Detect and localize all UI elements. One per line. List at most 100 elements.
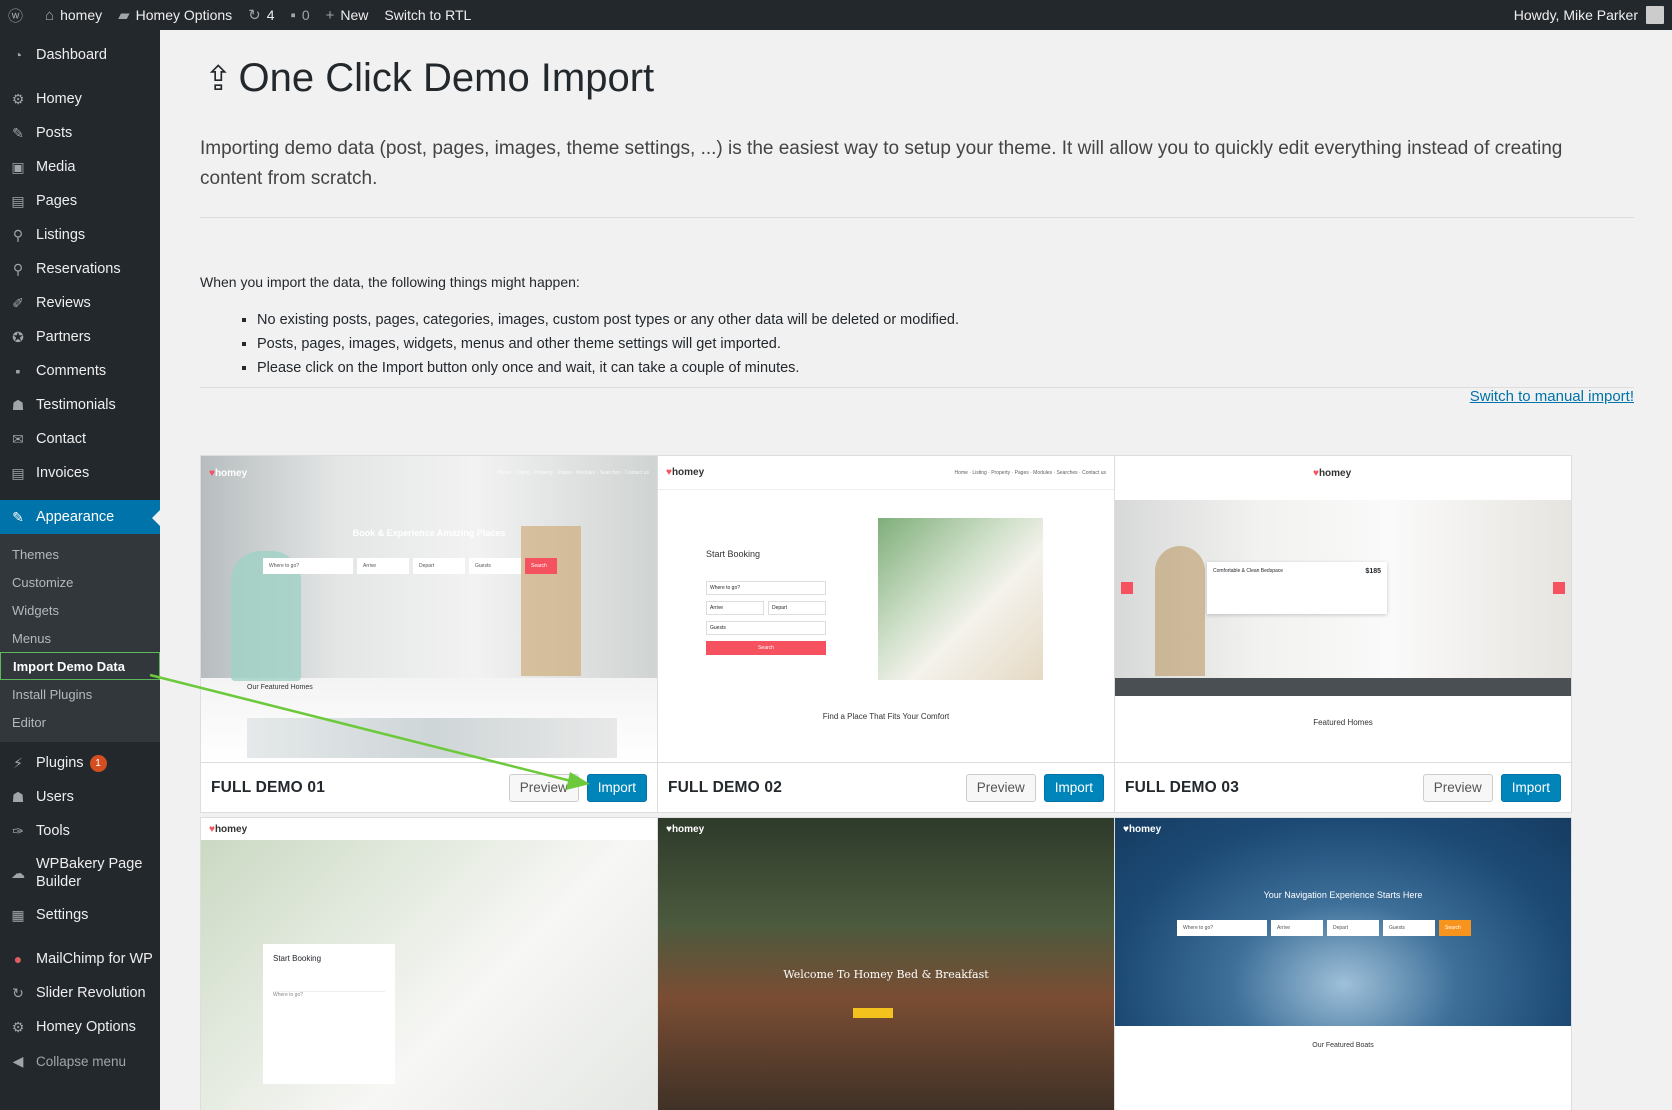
import-button[interactable]: Import: [1043, 773, 1104, 802]
upload-icon: ⇪: [204, 59, 233, 98]
import-button[interactable]: Import: [586, 773, 647, 802]
mock-logo-text: homey: [214, 467, 248, 479]
mock-logo: ♥homey: [666, 823, 705, 835]
sidebar-item-pages[interactable]: ▤ Pages: [0, 184, 160, 218]
sidebar-item-mailchimp[interactable]: ● MailChimp for WP: [0, 942, 160, 976]
demo-preview-image: ♥homey Home · Listing · Property · Pages …: [201, 456, 657, 762]
submenu-widgets[interactable]: Widgets: [0, 596, 160, 624]
mock-logo: ♥homey: [1313, 467, 1352, 479]
sidebar-item-label: Listings: [36, 227, 86, 243]
avatar: [1646, 6, 1664, 24]
sidebar-item-reviews[interactable]: ✐ Reviews: [0, 286, 160, 320]
page-icon: ▤: [11, 192, 25, 209]
preview-button[interactable]: Preview: [508, 773, 579, 802]
preview-button[interactable]: Preview: [1422, 773, 1493, 802]
wrench-icon: ✑: [12, 822, 24, 839]
sidebar-item-posts[interactable]: ✎ Posts: [0, 116, 160, 150]
submenu-import-demo-data[interactable]: Import Demo Data: [0, 652, 160, 680]
collapse-icon: ◀: [12, 1052, 24, 1069]
switch-manual-import-link[interactable]: Switch to manual import!: [1470, 388, 1634, 405]
mock-listing-popup: Comfortable & Clean Bedspace $185: [1207, 562, 1387, 614]
demo-card-footer: FULL DEMO 03 Preview Import: [1115, 762, 1571, 812]
homey-options-link[interactable]: ▰ Homey Options: [110, 0, 240, 30]
mock-nav: ♥homey: [1115, 818, 1571, 840]
appearance-submenu: Themes Customize Widgets Menus Import De…: [0, 534, 160, 742]
mock-search-depart: Depart: [768, 601, 826, 615]
mock-hero-text: Start Booking: [273, 954, 322, 963]
sidebar-item-label: Reservations: [36, 261, 121, 277]
mock-logo-text: homey: [214, 823, 248, 835]
preview-button[interactable]: Preview: [965, 773, 1036, 802]
submenu-menus[interactable]: Menus: [0, 624, 160, 652]
sidebar-item-listings[interactable]: ⚲ Listings: [0, 218, 160, 252]
sidebar-item-users[interactable]: ☗ Users: [0, 780, 160, 814]
list-item: Please click on the Import button only o…: [257, 356, 959, 380]
sidebar-item-plugins[interactable]: ⚡ Plugins 1: [0, 746, 160, 780]
mock-hero-text: Your Navigation Experience Starts Here: [1263, 890, 1423, 900]
mock-booking-box: Start Booking Where to go?: [263, 944, 395, 1084]
mock-search-where: Where to go?: [273, 991, 385, 1071]
sidebar-item-media[interactable]: ▣ Media: [0, 150, 160, 184]
mock-slider-prev: [1121, 582, 1133, 594]
wordpress-icon: ⓦ: [8, 7, 24, 25]
sidebar-item-slider-revolution[interactable]: ↻ Slider Revolution: [0, 976, 160, 1010]
import-button[interactable]: Import: [1500, 773, 1561, 802]
sidebar-item-label: Comments: [36, 363, 107, 379]
sidebar-item-label: Testimonials: [36, 397, 116, 413]
my-account-link[interactable]: Howdy, Mike Parker: [1514, 6, 1672, 24]
sidebar-item-dashboard[interactable]: ◔ Dashboard: [0, 38, 160, 72]
sidebar-item-wpbakery[interactable]: ☁ WPBakery Page Builder: [0, 848, 160, 898]
mock-search-arrive: Arrive: [1271, 920, 1323, 936]
mock-price: $185: [1365, 568, 1381, 575]
site-name-link[interactable]: ⌂ homey: [37, 0, 110, 30]
sidebar-item-tools[interactable]: ✑ Tools: [0, 814, 160, 848]
switch-rtl-link[interactable]: Switch to RTL: [376, 0, 479, 30]
pencil-icon: ✐: [12, 294, 24, 311]
updates-link[interactable]: ↻ 4: [240, 0, 282, 30]
mock-searchbar-bg: [1115, 678, 1571, 696]
mock-search-guests: Guests: [469, 558, 521, 574]
sidebar-item-testimonials[interactable]: ☗ Testimonials: [0, 388, 160, 422]
mock-logo: ♥homey: [666, 467, 705, 478]
wordpress-logo-button[interactable]: ⓦ: [0, 0, 37, 30]
notice-text: When you import the data, the following …: [200, 274, 580, 290]
demo-card-01: ♥homey Home · Listing · Property · Pages …: [200, 455, 658, 813]
sidebar-item-appearance[interactable]: ✎ Appearance: [0, 500, 160, 534]
demo-card-footer: FULL DEMO 01 Preview Import: [201, 762, 657, 812]
submenu-customize[interactable]: Customize: [0, 568, 160, 596]
updates-icon: ↻: [248, 7, 261, 24]
sidebar-item-label: Posts: [36, 125, 73, 141]
submenu-editor[interactable]: Editor: [0, 708, 160, 736]
sidebar-item-label: Invoices: [36, 465, 90, 481]
sidebar-item-reservations[interactable]: ⚲ Reservations: [0, 252, 160, 286]
sidebar-item-contact[interactable]: ✉ Contact: [0, 422, 160, 456]
new-content-link[interactable]: + New: [318, 0, 377, 30]
mock-nav: ♥homey Home · Listing · Property · Pages …: [201, 456, 657, 490]
sidebar-item-settings[interactable]: ▦ Settings: [0, 898, 160, 932]
mock-nav-links: Home · Listing · Property · Pages · Modu…: [497, 470, 649, 476]
sidebar-item-comments[interactable]: ▪ Comments: [0, 354, 160, 388]
mock-logo-text: homey: [1318, 467, 1352, 479]
sidebar-item-partners[interactable]: ✪ Partners: [0, 320, 160, 354]
mock-section-title: Find a Place That Fits Your Comfort: [822, 712, 950, 721]
demo-card-02: ♥homey Home · Listing · Property · Pages …: [657, 455, 1115, 813]
collapse-menu-button[interactable]: ◀ Collapse menu: [0, 1044, 160, 1078]
submenu-install-plugins[interactable]: Install Plugins: [0, 680, 160, 708]
list-item: Posts, pages, images, widgets, menus and…: [257, 332, 959, 356]
admin-bar: ⓦ ⌂ homey ▰ Homey Options ↻ 4 ▪ 0 + New Switc…: [0, 0, 1672, 30]
sidebar-item-homey[interactable]: ⚙ Homey: [0, 82, 160, 116]
sidebar-item-label: MailChimp for WP: [36, 951, 153, 967]
comments-link[interactable]: ▪ 0: [283, 0, 318, 30]
comments-count: 0: [301, 7, 310, 23]
sidebar-item-label: Pages: [36, 193, 78, 209]
demo-preview-image: ♥homey Your Navigation Experience Starts…: [1115, 818, 1571, 1110]
sidebar-item-label: Settings: [36, 907, 89, 923]
submenu-themes[interactable]: Themes: [0, 540, 160, 568]
sidebar-item-homey-options[interactable]: ⚙ Homey Options: [0, 1010, 160, 1044]
warning-list: No existing posts, pages, categories, im…: [257, 308, 959, 380]
mock-logo: ♥homey: [209, 467, 248, 479]
demo-title: FULL DEMO 01: [211, 778, 326, 796]
mock-logo: ♥homey: [209, 823, 248, 835]
mock-logo-text: homey: [671, 823, 705, 835]
sidebar-item-invoices[interactable]: ▤ Invoices: [0, 456, 160, 490]
